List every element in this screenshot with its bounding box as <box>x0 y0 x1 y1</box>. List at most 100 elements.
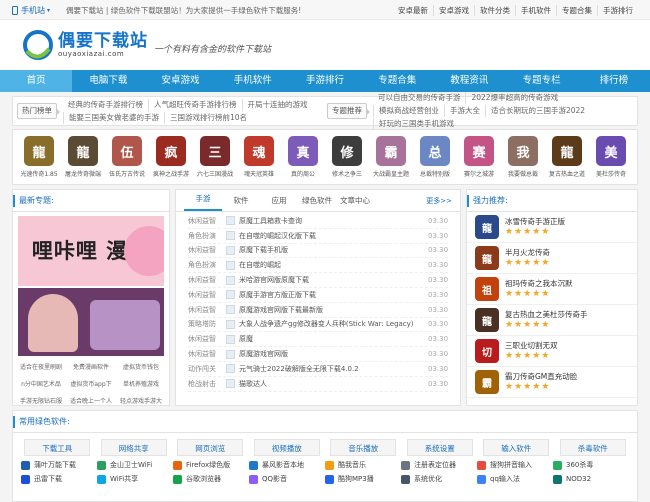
table-row[interactable]: 角色扮演 在自噬的崛起汉化版下载 03.30 <box>188 229 448 244</box>
app-item[interactable]: 魂魂天冠英雄 <box>241 136 277 178</box>
article-category[interactable]: 休闲益智 <box>188 275 226 285</box>
table-row[interactable]: 动作闯关 元气骑士2022破解版全无限下载4.0.2 03.30 <box>188 362 448 377</box>
topic-link[interactable]: n分中国艺术品 <box>16 379 66 388</box>
nav-item-tutorials[interactable]: 教程资讯 <box>433 70 505 92</box>
article-category[interactable]: 枪战射击 <box>188 379 226 389</box>
software-item[interactable]: NOD32 <box>553 474 629 484</box>
app-item[interactable]: 伍伍氏万古传说 <box>109 136 145 178</box>
app-item[interactable]: 我我要做总裁 <box>505 136 541 178</box>
nav-item-pc-download[interactable]: 电脑下载 <box>72 70 144 92</box>
article-category[interactable]: 角色扮演 <box>188 231 226 241</box>
app-item[interactable]: 疯疯神之战手游 <box>153 136 189 178</box>
nav-item-game-ranking[interactable]: 手游排行 <box>289 70 361 92</box>
hot-link[interactable]: 能娶三国美女做老婆的手游 <box>63 111 164 124</box>
nav-item-mobile-software[interactable]: 手机软件 <box>217 70 289 92</box>
article-title[interactable]: 猫歌达人 <box>239 379 428 389</box>
more-link[interactable]: 更多>> <box>426 191 452 211</box>
topic-link[interactable]: 适合晚上一个人 <box>66 396 116 405</box>
list-item[interactable]: 霸霸刀传奇GM直充动脸 ★★★★★ <box>467 367 637 398</box>
list-item[interactable]: 祖祖玛传奇之我本沉默 ★★★★★ <box>467 274 637 305</box>
app-item[interactable]: 龍复古热血之道 <box>549 136 585 178</box>
software-category[interactable]: 下载工具 <box>24 439 91 456</box>
software-category[interactable]: 输入软件 <box>483 439 550 456</box>
top-link[interactable]: 专题合集 <box>556 4 597 16</box>
mobile-site-link[interactable]: 手机站 ▾ <box>12 5 50 16</box>
table-row[interactable]: 休闲益智 原魔 03.30 <box>188 332 448 348</box>
game-name[interactable]: 冰雪传奇手游正版 <box>505 216 565 227</box>
table-row[interactable]: 休闲益智 原魔手游官方版正版下载 03.30 <box>188 288 448 303</box>
software-item[interactable]: 酷我音乐 <box>325 460 401 470</box>
software-item[interactable]: QQ影音 <box>249 474 325 484</box>
table-row[interactable]: 休闲益智 原魔游戏官网版 03.30 <box>188 347 448 362</box>
topic-banner-comic[interactable]: 哩咔哩 漫画 <box>18 216 164 286</box>
app-item[interactable]: 修修术之争三 <box>329 136 365 178</box>
game-name[interactable]: 复古热血之美杜莎传奇手 <box>505 309 588 320</box>
app-item[interactable]: 总总裁特别版 <box>417 136 453 178</box>
software-category[interactable]: 网络共享 <box>100 439 167 456</box>
software-item[interactable]: 暴风影音本地 <box>249 460 325 470</box>
article-category[interactable]: 休闲益智 <box>188 349 226 359</box>
tab-green-software[interactable]: 绿色软件 <box>298 191 336 211</box>
list-item[interactable]: 切三职业切割无双 ★★★★★ <box>467 336 637 367</box>
software-item[interactable]: 蒲叶万能下载 <box>21 460 97 470</box>
article-category[interactable]: 休闲益智 <box>188 245 226 255</box>
article-title[interactable]: 米哈游官网版原魔下载 <box>239 275 428 285</box>
hot-link[interactable]: 三国游戏排行榜前10名 <box>164 111 252 124</box>
table-row[interactable]: 休闲益智 原魔工具箱救卡查询 03.30 <box>188 214 448 229</box>
software-item[interactable]: WiFi共享 <box>97 474 173 484</box>
nav-item-topics[interactable]: 专题合集 <box>361 70 433 92</box>
software-category[interactable]: 音乐播放 <box>330 439 397 456</box>
topic-link[interactable]: 轻点游戏手游大 <box>116 396 166 405</box>
article-title[interactable]: 元气骑士2022破解版全无限下载4.0.2 <box>239 364 428 374</box>
table-row[interactable]: 休闲益智 米哈游官网版原魔下载 03.30 <box>188 273 448 288</box>
hot-link[interactable]: 人气超旺传奇手游排行榜 <box>148 98 242 111</box>
software-category[interactable]: 网页浏览 <box>177 439 244 456</box>
app-item[interactable]: 龍光速传奇1.85 <box>20 136 58 178</box>
article-title[interactable]: 原魔游戏官网版 <box>239 349 428 359</box>
topic-link[interactable]: 适合在夜里刷剧 <box>16 362 66 371</box>
tab-articles[interactable]: 文章中心 <box>336 191 374 211</box>
article-title[interactable]: 在自噬的崛起汉化版下载 <box>239 231 428 241</box>
app-item[interactable]: 美美杜莎传奇 <box>593 136 629 178</box>
software-item[interactable]: 搜狗拼音输入 <box>477 460 553 470</box>
article-title[interactable]: 原魔下载手机版 <box>239 245 428 255</box>
article-title[interactable]: 大象人战争遗产gg修改器变人兵种(Stick War: Legacy) <box>239 319 428 329</box>
software-item[interactable]: 金山卫士WiFi <box>97 460 173 470</box>
tab-apps[interactable]: 应用 <box>260 191 298 211</box>
top-link[interactable]: 安卓游戏 <box>433 4 474 16</box>
nav-item-topic-columns[interactable]: 专题专栏 <box>506 70 578 92</box>
software-item[interactable]: 迅雷下载 <box>21 474 97 484</box>
article-title[interactable]: 原魔工具箱救卡查询 <box>239 216 428 226</box>
list-item[interactable]: 龍半月火龙传奇 ★★★★★ <box>467 243 637 274</box>
app-item[interactable]: 龍屠龙传奇微端 <box>65 136 101 178</box>
software-item[interactable]: 360杀毒 <box>553 460 629 470</box>
software-category[interactable]: 杀毒软件 <box>559 439 626 456</box>
article-title[interactable]: 原魔游戏官网版下载最新版 <box>239 305 428 315</box>
table-row[interactable]: 休闲益智 原魔下载手机版 03.30 <box>188 244 448 259</box>
recommend-link[interactable]: 手游大全 <box>443 105 485 117</box>
article-category[interactable]: 休闲益智 <box>188 216 226 226</box>
list-item[interactable]: 龍冰雪传奇手游正版 ★★★★★ <box>467 212 637 243</box>
software-item[interactable]: 注册表定位器 <box>401 460 477 470</box>
article-category[interactable]: 休闲益智 <box>188 305 226 315</box>
top-link[interactable]: 手游排行 <box>597 4 638 16</box>
app-item[interactable]: 赛赛尔之城游 <box>461 136 497 178</box>
article-title[interactable]: 原魔 <box>239 334 428 344</box>
table-row[interactable]: 策略塔防 大象人战争遗产gg修改器变人兵种(Stick War: Legacy) 0… <box>188 318 448 333</box>
tab-mobile-games[interactable]: 手游 <box>184 189 222 211</box>
article-category[interactable]: 休闲益智 <box>188 334 226 344</box>
topic-link[interactable]: 手游无限钻石服 <box>16 396 66 405</box>
topic-link[interactable]: 虚拟货币app下 <box>66 379 116 388</box>
topic-link[interactable]: 虚拟货币钱包 <box>116 362 166 371</box>
recommend-link[interactable]: 好玩的三国类手机游戏 <box>372 118 459 130</box>
software-category[interactable]: 系统设置 <box>406 439 473 456</box>
software-item[interactable]: Firefox绿色版 <box>173 460 249 470</box>
recommend-link[interactable]: 适合长期玩的三国手游2022 <box>484 105 590 117</box>
game-name[interactable]: 三职业切割无双 <box>505 340 558 351</box>
article-category[interactable]: 动作闯关 <box>188 364 226 374</box>
top-link[interactable]: 安卓最新 <box>393 5 433 16</box>
software-item[interactable]: 酷狗MP3播 <box>325 474 401 484</box>
software-category[interactable]: 视频播放 <box>253 439 320 456</box>
article-title[interactable]: 原魔手游官方版正版下载 <box>239 290 428 300</box>
recommend-link[interactable]: 模拟商战经营创业 <box>372 105 444 117</box>
